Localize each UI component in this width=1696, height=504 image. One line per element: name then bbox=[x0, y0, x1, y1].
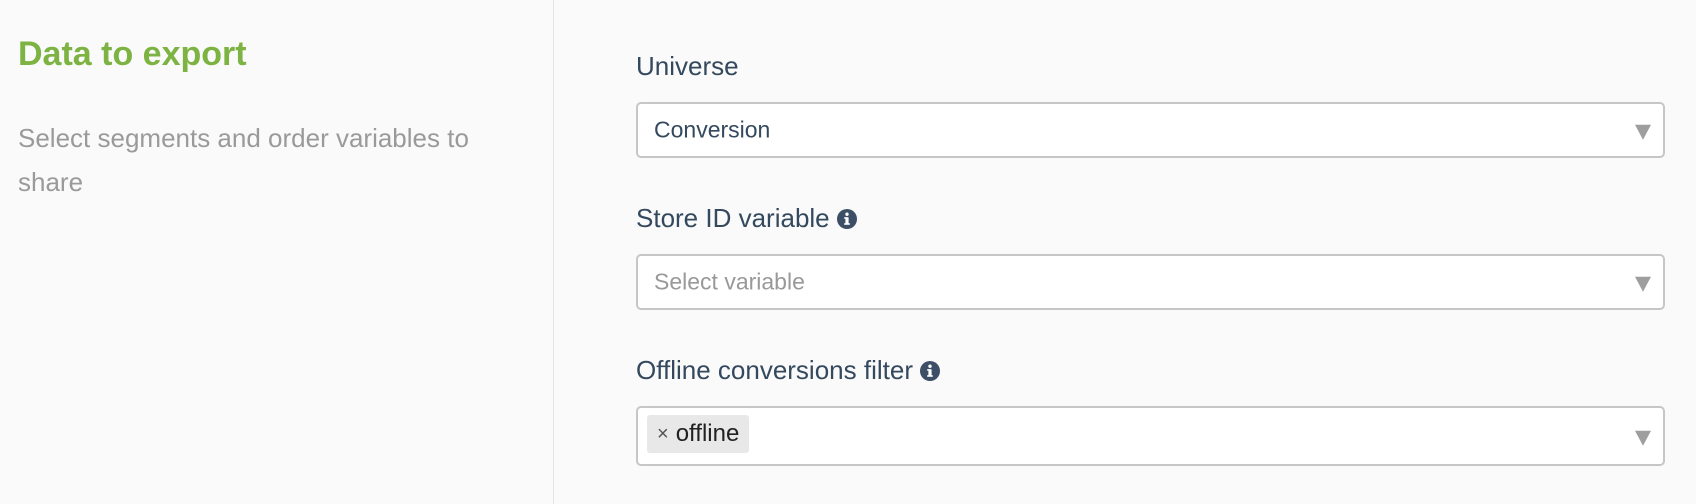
offline-filter-label-text: Offline conversions filter bbox=[636, 355, 913, 385]
chevron-down-icon[interactable] bbox=[1635, 430, 1651, 446]
store-id-label: Store ID variable bbox=[636, 203, 857, 233]
store-id-select[interactable]: Select variable bbox=[636, 254, 1665, 310]
close-icon[interactable]: × bbox=[657, 424, 669, 444]
offline-filter-label: Offline conversions filter bbox=[636, 355, 940, 385]
section-title: Data to export bbox=[18, 35, 247, 73]
info-icon[interactable] bbox=[919, 361, 940, 381]
offline-filter-multiselect[interactable]: × offline bbox=[636, 406, 1665, 466]
universe-label: Universe bbox=[636, 51, 739, 81]
tag-label: offline bbox=[675, 420, 740, 447]
section-intro-panel: Data to export Select segments and order… bbox=[0, 0, 554, 504]
info-icon[interactable] bbox=[836, 209, 857, 229]
export-settings-page: Data to export Select segments and order… bbox=[0, 0, 1696, 504]
store-id-label-text: Store ID variable bbox=[636, 203, 830, 233]
selected-tag-offline: × offline bbox=[647, 415, 750, 453]
chevron-down-icon[interactable] bbox=[1635, 276, 1651, 292]
universe-label-text: Universe bbox=[636, 51, 739, 81]
universe-selected-value: Conversion bbox=[654, 116, 771, 143]
universe-select[interactable]: Conversion bbox=[636, 102, 1665, 158]
store-id-placeholder: Select variable bbox=[654, 268, 805, 295]
section-description: Select segments and order variables to s… bbox=[18, 123, 469, 197]
chevron-down-icon[interactable] bbox=[1635, 124, 1651, 140]
